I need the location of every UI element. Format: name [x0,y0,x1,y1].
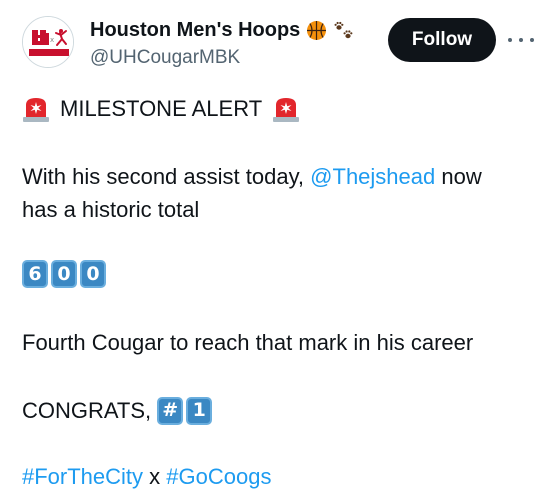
more-dot [519,38,523,42]
keycap-digit: 0 [80,260,106,288]
body-text: has a historic total [22,197,200,222]
svg-text:x: x [50,36,54,44]
more-options-icon[interactable] [508,29,534,51]
rotating-light-icon [272,95,300,123]
body-text: With his second assist today, [22,164,311,189]
more-dot [530,38,534,42]
headline-line: MILESTONE ALERT [22,92,300,125]
rotating-light-icon [22,95,50,123]
body-text: now [435,164,482,189]
body-text: CONGRATS, [22,398,158,423]
uh-logo-icon: x [23,17,73,67]
hashtag-link[interactable]: #ForTheCity [22,460,143,493]
hashtag-line: #ForTheCity x #GoCoogs [22,460,271,493]
name-row: Houston Men's Hoops [90,19,355,42]
mention-link[interactable]: @Thejshead [310,160,435,193]
total-keycaps: 6 0 0 [22,260,109,288]
follow-button[interactable]: Follow [388,18,496,62]
headline-text: MILESTONE ALERT [60,96,263,121]
paw-prints-icon [334,21,353,38]
body-line-1: With his second assist today, @Thejshead… [22,160,482,193]
body-line-2: has a historic total [22,193,199,226]
hashtag-link[interactable]: #GoCoogs [166,460,271,493]
more-dot [508,38,512,42]
avatar[interactable]: x [22,16,74,68]
keycap-digit: 6 [22,260,48,288]
user-handle[interactable]: @UHCougarMBK [90,47,240,69]
keycap-digit: 0 [51,260,77,288]
hashtag-separator: x [143,464,167,489]
keycap-hash: # [157,396,184,425]
congrats-line: CONGRATS, # 1 [22,394,215,427]
tweet-header: x Houston Men's Hoops @UHCougarMBK Follo… [0,0,556,82]
body-line-4: Fourth Cougar to reach that mark in his … [22,326,473,359]
body-text: Fourth Cougar to reach that mark in his … [22,330,474,355]
basketball-icon [307,21,327,40]
keycap-digit: 1 [186,396,213,425]
display-name[interactable]: Houston Men's Hoops [90,19,300,42]
